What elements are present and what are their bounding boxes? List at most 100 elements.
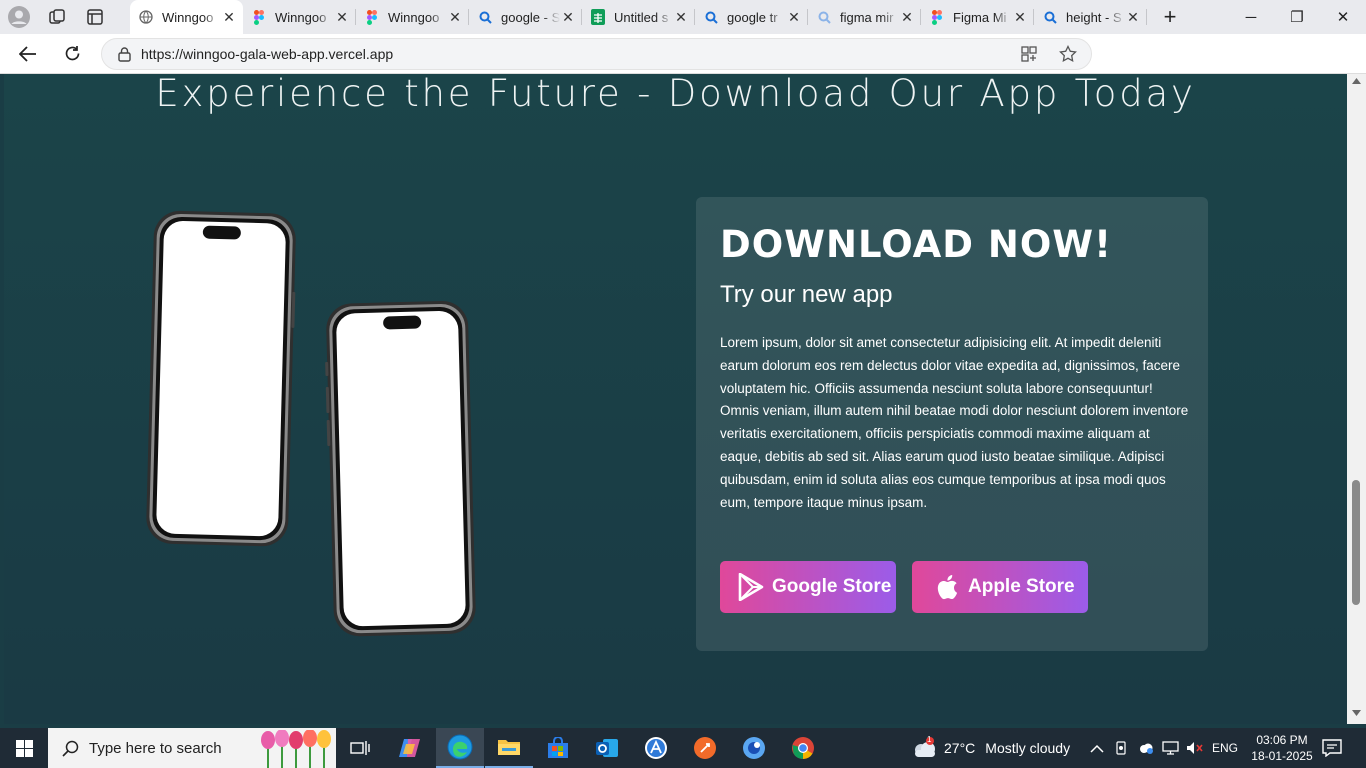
tab-untitled-sheet[interactable]: Untitled s ✕ bbox=[582, 0, 695, 34]
tab-label: Untitled s bbox=[614, 9, 669, 25]
start-button[interactable] bbox=[0, 728, 48, 768]
vertical-tabs-button[interactable] bbox=[76, 0, 114, 34]
phone-left bbox=[146, 210, 296, 547]
search-icon bbox=[1042, 9, 1058, 25]
close-tab-icon[interactable]: ✕ bbox=[786, 9, 802, 26]
tab-strip: Winngoo ✕ Winngoo ✕ Winngoo ✕ google - S… bbox=[0, 0, 1366, 34]
tab-figma-mir[interactable]: figma mir ✕ bbox=[808, 0, 921, 34]
apple-icon bbox=[937, 575, 958, 600]
url-text[interactable]: https://winngoo-gala-web-app.vercel.app bbox=[141, 46, 393, 62]
figma-icon bbox=[364, 9, 380, 25]
tab-label: google tr bbox=[727, 9, 778, 25]
minimize-button[interactable]: ─ bbox=[1228, 0, 1274, 34]
tulips-icon bbox=[261, 730, 331, 768]
copilot-icon bbox=[399, 739, 420, 757]
tab-winngoo-active[interactable]: Winngoo ✕ bbox=[130, 0, 243, 34]
close-tab-icon[interactable]: ✕ bbox=[221, 9, 237, 26]
app-a-button[interactable] bbox=[632, 728, 680, 768]
google-store-label: Google Store bbox=[772, 576, 892, 597]
volume-muted-icon[interactable] bbox=[1186, 728, 1204, 768]
chrome-icon bbox=[792, 737, 814, 759]
refresh-icon bbox=[65, 46, 79, 61]
chevron-up-icon bbox=[1090, 744, 1104, 753]
tab-label: height - S bbox=[1066, 9, 1122, 25]
tab-figma-mi[interactable]: Figma Mi ✕ bbox=[921, 0, 1034, 34]
tab-google-tr[interactable]: google tr ✕ bbox=[695, 0, 808, 34]
url-bar[interactable]: https://winngoo-gala-web-app.vercel.app bbox=[101, 38, 1092, 70]
close-tab-icon[interactable]: ✕ bbox=[1125, 9, 1141, 26]
tab-winngoo-3[interactable]: Winngoo ✕ bbox=[356, 0, 469, 34]
clock-time: 03:06 PM bbox=[1256, 733, 1308, 747]
task-view-icon bbox=[350, 741, 370, 755]
chrome-button[interactable] bbox=[779, 728, 827, 768]
close-tab-icon[interactable]: ✕ bbox=[447, 9, 463, 26]
meet-now-icon[interactable] bbox=[1115, 728, 1129, 768]
task-view-button[interactable] bbox=[336, 728, 384, 768]
weather-badge: 1 bbox=[927, 735, 932, 744]
close-tab-icon[interactable]: ✕ bbox=[560, 9, 576, 26]
address-bar: https://winngoo-gala-web-app.vercel.app … bbox=[0, 34, 1366, 98]
back-button[interactable] bbox=[6, 34, 50, 74]
clock[interactable]: 03:06 PM 18-01-2025 bbox=[1250, 728, 1314, 768]
outlook-button[interactable] bbox=[583, 728, 631, 768]
scroll-down-icon[interactable] bbox=[1352, 710, 1361, 716]
page-scrollbar[interactable] bbox=[1347, 74, 1366, 724]
close-tab-icon[interactable]: ✕ bbox=[334, 9, 350, 26]
weather-widget[interactable]: 1 27°C Mostly cloudy bbox=[910, 728, 1070, 768]
download-title: DOWNLOAD NOW! bbox=[720, 223, 1112, 266]
network-icon[interactable] bbox=[1162, 728, 1180, 768]
lock-icon[interactable] bbox=[118, 46, 131, 62]
file-explorer-button[interactable] bbox=[485, 728, 533, 768]
page-viewport: Experience the Future - Download Our App… bbox=[4, 74, 1347, 724]
language-indicator[interactable]: ENG bbox=[1212, 728, 1238, 768]
tab-label: Figma Mi bbox=[953, 9, 1007, 25]
tab-google-s[interactable]: google - S ✕ bbox=[469, 0, 582, 34]
workspaces-button[interactable] bbox=[38, 0, 76, 34]
windows-logo-icon bbox=[15, 739, 33, 757]
profile-icon bbox=[8, 6, 30, 28]
edge-taskbar-button[interactable] bbox=[436, 728, 484, 768]
close-window-button[interactable]: ✕ bbox=[1320, 0, 1366, 34]
minimize-icon: ─ bbox=[1245, 8, 1257, 26]
scroll-up-icon[interactable] bbox=[1352, 78, 1361, 84]
favorite-star-icon[interactable] bbox=[1059, 45, 1077, 63]
show-hidden-icons[interactable] bbox=[1090, 728, 1104, 768]
google-store-button[interactable]: Google Store bbox=[720, 561, 896, 613]
copilot-taskbar-button[interactable] bbox=[386, 728, 434, 768]
restore-icon: ❐ bbox=[1290, 9, 1304, 26]
close-tab-icon[interactable]: ✕ bbox=[673, 9, 689, 26]
close-tab-icon[interactable]: ✕ bbox=[899, 9, 915, 26]
download-description: Lorem ipsum, dolor sit amet consectetur … bbox=[720, 335, 1189, 510]
tab-label: figma mir bbox=[840, 9, 894, 25]
tab-label: Winngoo bbox=[275, 9, 327, 25]
tab-label: Winngoo bbox=[388, 9, 440, 25]
microsoft-store-button[interactable] bbox=[534, 728, 582, 768]
profile-button[interactable] bbox=[0, 0, 38, 34]
apple-store-label: Apple Store bbox=[968, 576, 1075, 597]
close-tab-icon[interactable]: ✕ bbox=[1012, 9, 1028, 26]
app-orange-button[interactable] bbox=[681, 728, 729, 768]
back-arrow-icon bbox=[19, 45, 36, 62]
refresh-button[interactable] bbox=[50, 34, 94, 74]
tab-label: google - S bbox=[501, 9, 560, 25]
new-tab-button[interactable]: + bbox=[1147, 0, 1193, 34]
apple-store-button[interactable]: Apple Store bbox=[912, 561, 1088, 613]
cloud-status-icon[interactable] bbox=[1138, 728, 1154, 768]
folder-icon bbox=[498, 740, 520, 755]
notifications-button[interactable] bbox=[1322, 728, 1342, 768]
restore-button[interactable]: ❐ bbox=[1274, 0, 1320, 34]
edge-icon bbox=[447, 734, 473, 760]
tab-height-s[interactable]: height - S ✕ bbox=[1034, 0, 1147, 34]
scrollbar-thumb[interactable] bbox=[1352, 480, 1360, 605]
app-available-icon[interactable] bbox=[1021, 46, 1037, 62]
google-play-icon bbox=[738, 573, 764, 601]
app-blue-button[interactable] bbox=[730, 728, 778, 768]
page-heading: Experience the Future - Download Our App… bbox=[155, 74, 1196, 115]
taskbar-search[interactable]: Type here to search bbox=[48, 728, 336, 768]
tab-actions-icon bbox=[87, 9, 103, 25]
taskbar-search-placeholder: Type here to search bbox=[89, 739, 222, 757]
blue-app-icon bbox=[743, 737, 765, 759]
tab-winngoo-2[interactable]: Winngoo ✕ bbox=[243, 0, 356, 34]
search-icon bbox=[703, 9, 719, 25]
a-badge-icon bbox=[645, 737, 667, 759]
